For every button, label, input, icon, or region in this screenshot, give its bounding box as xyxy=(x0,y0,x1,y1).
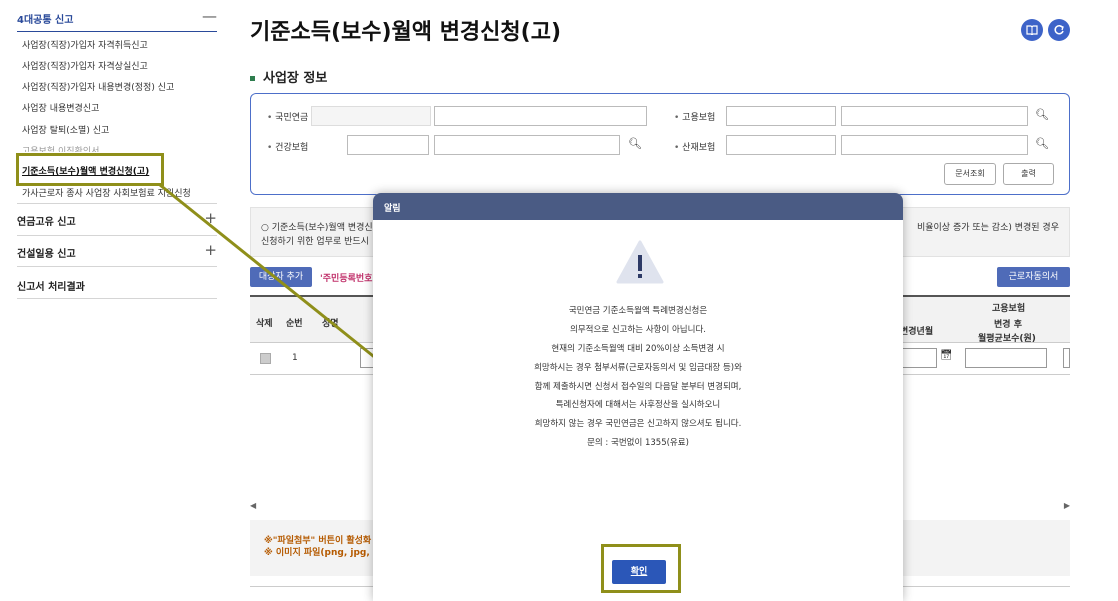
message-line: 희망하지 않는 경우 국민연금은 신고하지 않으셔도 됩니다. xyxy=(534,419,742,430)
message-line: 현재의 기준소득월액 대비 20%이상 소득변경 시 xyxy=(551,343,725,354)
dialog-title: 알림 xyxy=(373,193,903,220)
warning-icon xyxy=(616,240,664,284)
message-line: 국민연금 기준소득월액 특례변경신청은 xyxy=(568,306,708,316)
message-line: 희망하시는 경우 첨부서류(근로자동의서 및 임금대장 등)와 xyxy=(534,362,742,373)
alert-dialog: 알림 국민연금 기준소득월액 특례변경신청은 의무적으로 신고하는 사항이 아닙… xyxy=(373,193,903,601)
message-line: 함께 제출하시면 신청서 접수일의 다음달 분부터 변경되며, xyxy=(534,381,742,392)
confirm-highlight-box xyxy=(601,544,681,593)
message-line: 의무적으로 신고하는 사항이 아닙니다. xyxy=(570,324,706,335)
message-line: 특례신청자에 대해서는 사후정산을 실시하오니 xyxy=(555,400,721,411)
dialog-message: 국민연금 기준소득월액 특례변경신청은 의무적으로 신고하는 사항이 아닙니다.… xyxy=(373,304,903,455)
message-line: 문의 : 국번없이 1355(유료) xyxy=(587,438,689,449)
